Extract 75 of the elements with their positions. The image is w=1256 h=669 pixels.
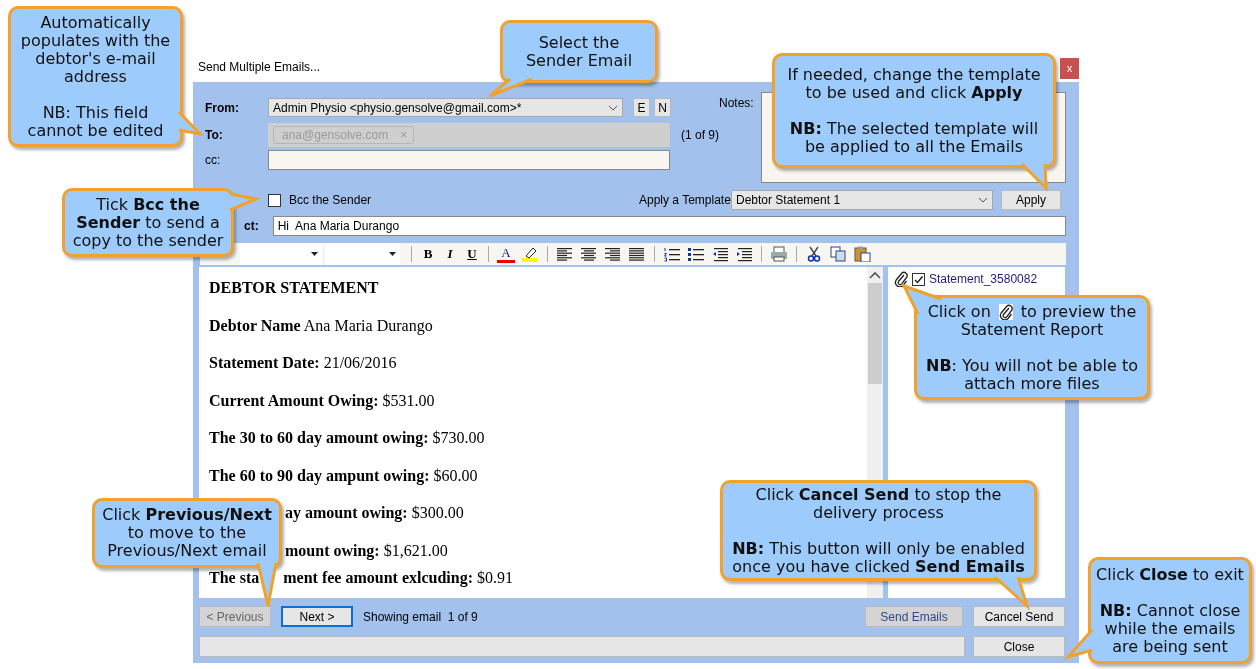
sender-button[interactable]: E [633,98,650,117]
font-dropdown[interactable] [325,243,400,265]
callout-text: NB: Cannot close while the emails are being sent [1098,601,1242,656]
cancel-send-button[interactable]: Cancel Send [973,606,1065,627]
statement-line: ment fee amount exlcuding: $0.91 [283,569,513,587]
statement-line: Statement Date: 21/06/2016 [209,353,397,373]
bullet-list-icon [687,246,705,262]
field-label: To: [204,128,224,142]
statement-line: The 30 to 60 day amount owing: $730.00 [209,428,485,449]
callout-text: Automatically populates with the debtor's e-mail address [19,13,172,86]
caret-icon [389,252,396,256]
highlighter-icon [521,246,539,262]
callout-text: Tick Bcc the Sender to send a copy to the sender [71,195,225,250]
recipient-count: (1 of 9) [681,128,719,142]
font-color-button[interactable]: A [497,245,515,263]
callout-text: Click Close to exit [1096,565,1244,584]
align-center-icon [580,246,598,262]
italic-button[interactable]: I [439,246,461,262]
statement-line: ay amount owing: $300.00 [285,503,464,524]
attachment-name[interactable]: Statement_3580082 [929,272,1038,286]
justify-icon [628,246,646,262]
cc-field[interactable] [268,150,670,170]
field-label: Apply a Template [639,193,731,207]
chevron-down-icon [608,104,618,111]
paperclip-icon [894,271,908,287]
checkbox[interactable] [912,272,925,286]
align-right-icon [604,246,622,262]
callout-text: Click Cancel Send to stop the delivery process [754,485,1003,522]
field-label: cc: [204,153,222,167]
checkbox[interactable] [268,193,281,207]
statement-line: Debtor Name Ana Maria Durango [209,315,433,337]
callout-text: NB: This field cannot be edited [26,103,165,140]
paperclip-icon [998,303,1013,320]
underline-button[interactable]: U [461,246,483,262]
sender-dropdown[interactable]: Admin Physio <physio.gensolve@gmail.com>* [268,98,623,117]
callout-text: Click Previous/Next to move to the Previous/Next email [101,506,273,560]
statement-line: mount owing: $1,621.00 [285,540,448,562]
close-button[interactable]: Close [973,636,1065,657]
field-label: ct: [244,219,259,233]
field-label: From: [204,100,240,115]
scissors-icon [805,246,823,262]
checkbox-label: Bcc the Sender [289,193,372,207]
sender-button[interactable]: N [654,98,671,117]
font-dropdown[interactable] [240,243,322,265]
window-title: Send Multiple Emails... [197,59,321,74]
callout-text: NB: The selected template will be applied to all the Emails [788,119,1040,156]
callout-text: NB: This button will only be enabled once you have clicked Send Emails [731,539,1026,576]
statement-title: DEBTOR STATEMENT [209,278,379,298]
callout-text: If needed, change the template to be used and click Apply [786,65,1042,102]
numbered-list-icon [663,246,681,262]
status-text: Showing email 1 of 9 [363,609,478,624]
printer-icon [770,246,788,262]
outdent-icon [711,246,729,262]
statement-line: The sta [209,569,260,587]
indent-icon [735,246,753,262]
template-dropdown[interactable]: Debtor Statement 1 [731,190,993,210]
subject-field[interactable]: Hi Ana Maria Durango [272,216,1066,236]
next-button[interactable]: Next > [281,606,353,627]
close-button[interactable]: x [1060,58,1079,79]
bold-button[interactable]: B [417,246,439,262]
statement-line: Current Amount Owing: $531.00 [209,390,435,412]
notes-label: Notes: [719,96,755,112]
callout-text: to preview the [1020,302,1137,321]
copy-icon [829,246,847,262]
callout-text: Click on [927,302,991,321]
callout-text: Statement Report [960,320,1104,339]
scrollbar-thumb[interactable] [868,283,882,384]
statement-line: The 60 to 90 day ampunt owing: $60.00 [209,465,478,487]
chevron-down-icon [978,197,988,203]
callout-text: NB: You will not be able to attach more files [925,356,1139,393]
callout-text: Select the Sender Email [524,33,634,70]
align-left-icon [556,246,574,262]
caret-icon [311,252,318,256]
apply-button[interactable]: Apply [1001,190,1061,210]
paste-icon [853,246,871,262]
